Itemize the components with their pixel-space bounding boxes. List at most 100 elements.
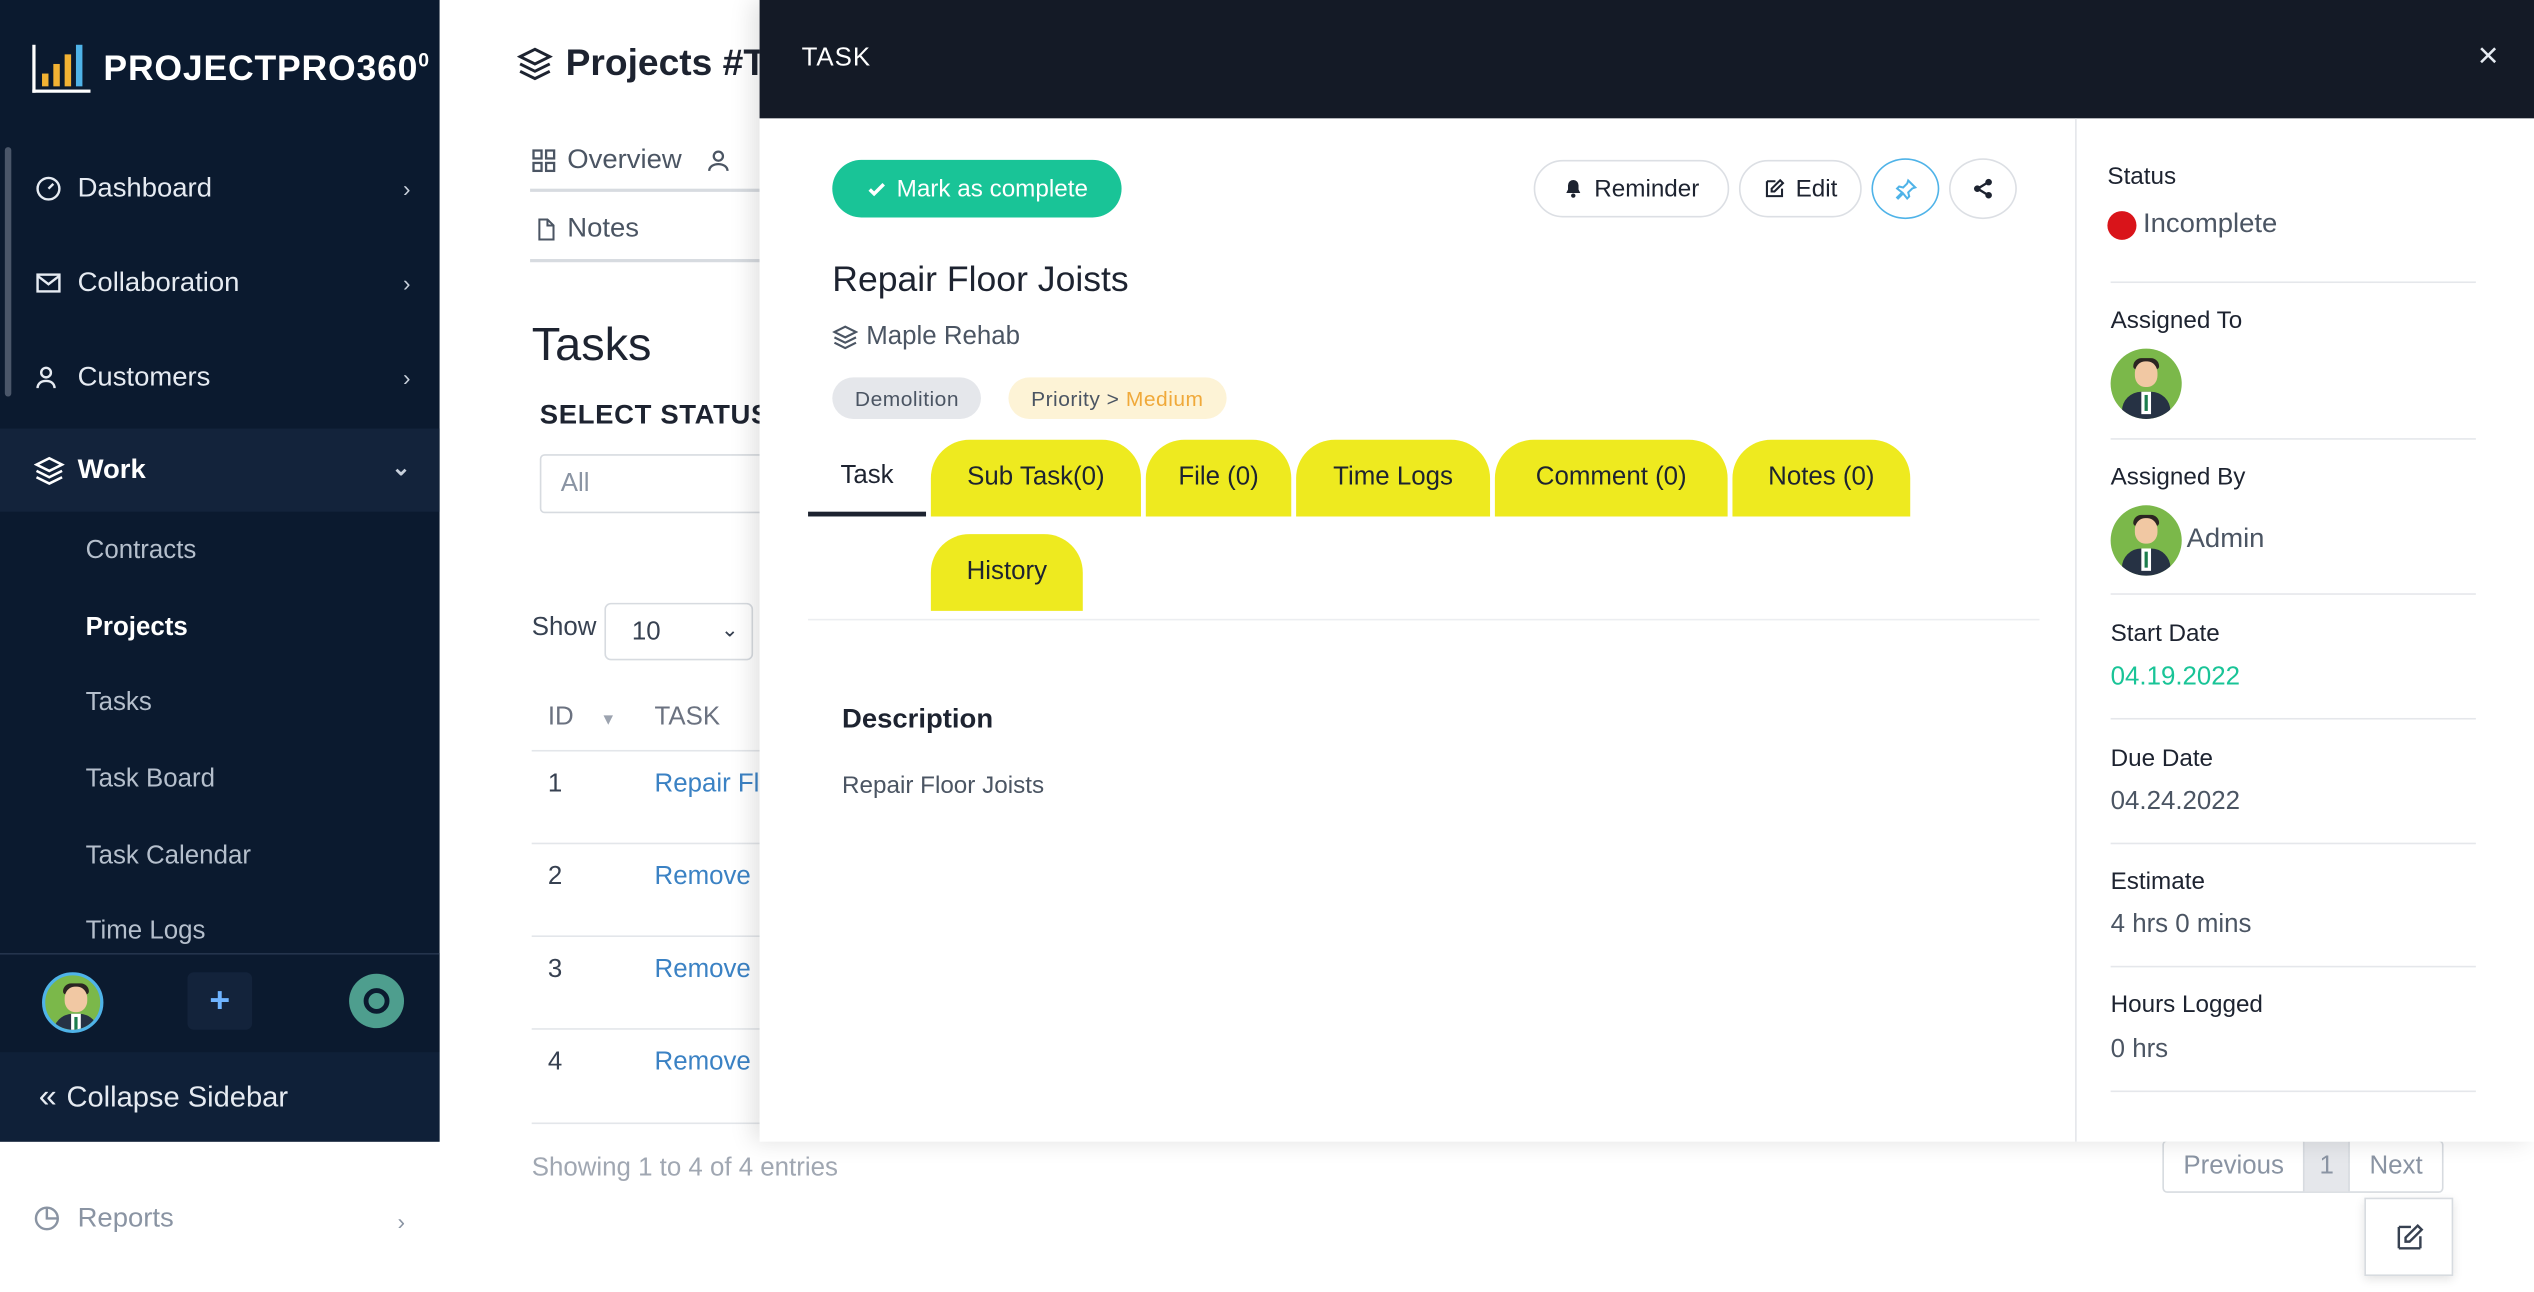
cell-id: 2 <box>547 863 563 891</box>
double-chevron-left-icon: « <box>38 1078 57 1114</box>
bell-icon <box>1567 180 1582 198</box>
assigned-by-avatar[interactable] <box>2110 505 2182 576</box>
tab-file[interactable]: File (0) <box>1145 439 1292 517</box>
assigned-to-label: Assigned To <box>2110 307 2243 335</box>
task-link[interactable]: Remove <box>655 863 751 892</box>
cell-id: 4 <box>547 1048 563 1077</box>
column-id[interactable]: ID ▼ <box>548 704 616 733</box>
reminder-label: Reminder <box>1594 175 1700 203</box>
project-link[interactable]: Maple Rehab <box>832 323 1020 352</box>
dashboard-icon <box>32 173 64 205</box>
estimate-label: Estimate <box>2110 868 2205 896</box>
column-task[interactable]: TASK <box>655 704 721 733</box>
task-link[interactable]: Remove <box>655 1049 751 1078</box>
select-status-label: SELECT STATUS <box>539 399 771 431</box>
sidebar-subitem-task-board[interactable]: Task Board <box>86 766 215 795</box>
close-icon[interactable]: × <box>2478 35 2499 77</box>
sidebar: PROJECTPRO3600 Dashboard › Collaboration… <box>0 0 440 1142</box>
priority-value: Medium <box>1125 386 1204 411</box>
sidebar-item-label: Customers <box>77 361 211 392</box>
user-icon <box>707 149 729 171</box>
sidebar-item-reports[interactable]: Reports › <box>32 1202 405 1234</box>
quick-edit-button[interactable] <box>2364 1197 2454 1277</box>
tab-sub-task[interactable]: Sub Task(0) <box>930 439 1141 517</box>
info-divider <box>2110 1090 2476 1093</box>
tab-notes[interactable]: Notes <box>533 213 639 245</box>
check-icon <box>868 182 885 196</box>
sidebar-subitem-projects[interactable]: Projects <box>86 614 188 643</box>
sidebar-item-work[interactable]: Work ⌄ <box>0 428 440 512</box>
sidebar-item-label: Work <box>77 454 146 485</box>
logo-bars-icon <box>32 44 91 93</box>
layers-icon <box>517 46 553 80</box>
tab-divider <box>530 188 760 192</box>
project-name: Maple Rehab <box>866 322 1021 351</box>
tab-notes[interactable]: Notes (0) <box>1732 439 1911 517</box>
page-1-button[interactable]: 1 <box>2303 1141 2351 1192</box>
tab-time-logs[interactable]: Time Logs <box>1296 439 1491 517</box>
estimate-value: 4 hrs 0 mins <box>2110 911 2252 939</box>
chevron-down-icon: ⌄ <box>720 617 739 642</box>
page-length-select[interactable]: 10 ⌄ <box>604 602 754 661</box>
due-date-value: 04.24.2022 <box>2110 788 2241 816</box>
pin-icon <box>1894 177 1917 200</box>
sidebar-item-label: Reports <box>77 1202 174 1233</box>
tab-overview[interactable]: Overview <box>530 144 732 176</box>
previous-button[interactable]: Previous <box>2164 1142 2303 1192</box>
sidebar-subitem-task-calendar[interactable]: Task Calendar <box>86 843 251 872</box>
hours-logged-label: Hours Logged <box>2110 991 2263 1019</box>
edit-label: Edit <box>1795 175 1838 203</box>
page-title-text: Projects #T <box>565 41 767 84</box>
info-divider <box>2110 842 2476 845</box>
layers-icon <box>832 325 859 350</box>
assigned-to-avatar[interactable] <box>2110 348 2182 419</box>
collapse-sidebar-label: Collapse Sidebar <box>66 1080 289 1113</box>
chevron-right-icon: › <box>402 270 411 296</box>
sidebar-subitem-contracts[interactable]: Contracts <box>86 537 197 566</box>
cell-id: 3 <box>547 956 563 984</box>
sidebar-item-collaboration[interactable]: Collaboration › <box>0 241 440 324</box>
info-divider <box>2110 281 2476 284</box>
page-length-value: 10 <box>631 618 661 646</box>
add-button[interactable]: + <box>187 972 253 1030</box>
reminder-button[interactable]: Reminder <box>1533 159 1730 218</box>
plus-icon: + <box>209 980 231 1021</box>
sidebar-subitem-tasks[interactable]: Tasks <box>86 689 152 718</box>
tab-history[interactable]: History <box>930 534 1083 611</box>
chevron-down-icon: ⌄ <box>391 454 411 480</box>
sidebar-item-customers[interactable]: Customers › <box>0 336 440 419</box>
modal-title: TASK <box>801 44 872 72</box>
collapse-sidebar-button[interactable]: « Collapse Sidebar <box>0 1052 440 1142</box>
info-divider <box>2110 965 2476 968</box>
sidebar-item-dashboard[interactable]: Dashboard › <box>0 147 440 230</box>
column-id-label: ID <box>547 703 574 731</box>
tab-divider <box>530 259 760 263</box>
sidebar-subitem-time-logs[interactable]: Time Logs <box>86 918 206 947</box>
status-label: Status <box>2107 163 2177 191</box>
avatar[interactable] <box>42 972 104 1033</box>
page-title: Projects #T <box>517 42 766 85</box>
sidebar-item-label: Dashboard <box>77 172 212 204</box>
task-link[interactable]: Repair Fl <box>655 771 760 800</box>
task-title: Repair Floor Joists <box>832 259 1129 300</box>
share-icon <box>1973 178 1992 199</box>
edit-icon <box>1766 178 1785 198</box>
tab-comment[interactable]: Comment (0) <box>1494 439 1728 517</box>
tab-task[interactable]: Task <box>808 440 927 517</box>
edit-button[interactable]: Edit <box>1738 159 1862 218</box>
panel-divider <box>2075 118 2077 1142</box>
task-link[interactable]: Remove <box>655 956 751 985</box>
description-heading: Description <box>841 703 994 734</box>
edit-icon <box>2396 1223 2423 1249</box>
mark-complete-button[interactable]: Mark as complete <box>832 159 1122 218</box>
next-button[interactable]: Next <box>2350 1142 2442 1192</box>
share-button[interactable] <box>1949 158 2017 220</box>
chevron-right-icon: › <box>402 175 411 202</box>
status-value: Incomplete <box>2107 208 2277 240</box>
notification-button[interactable] <box>336 972 417 1030</box>
tab-overview-label: Overview <box>567 143 682 175</box>
show-label: Show <box>531 614 597 642</box>
assigned-by-label: Assigned By <box>2110 463 2246 491</box>
pin-button[interactable] <box>1871 158 1940 220</box>
start-date-value: 04.19.2022 <box>2110 663 2241 691</box>
